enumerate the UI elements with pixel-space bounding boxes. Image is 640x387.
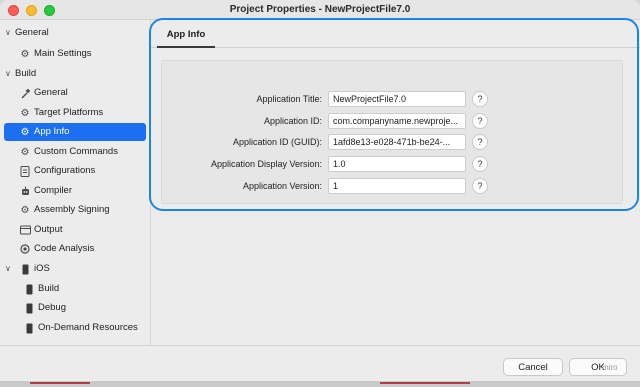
background-strip-mark <box>30 382 90 384</box>
sidebar-item-label: Compiler <box>34 185 73 196</box>
sidebar-item-label: General <box>34 87 68 98</box>
ok-button[interactable]: OK <box>569 358 627 376</box>
miro-watermark: miro <box>602 363 618 372</box>
gear-icon: ⚙ <box>20 126 30 138</box>
chevron-down-icon: ∨ <box>5 69 11 78</box>
sidebar-item-label: Configurations <box>34 165 96 176</box>
window-title: Project Properties - NewProjectFile7.0 <box>229 4 411 15</box>
sidebar-item-label: Debug <box>38 302 66 313</box>
background-strip-mark <box>380 382 470 384</box>
sidebar-item-label: Target Platforms <box>34 107 104 118</box>
phone-icon <box>23 322 35 334</box>
hammer-icon <box>19 87 31 99</box>
sidebar-item-label: iOS <box>34 263 50 274</box>
title-bar: Project Properties - NewProjectFile7.0 <box>0 0 640 20</box>
robot-icon <box>19 185 31 197</box>
sidebar-item-label: App Info <box>34 126 70 137</box>
phone-icon <box>23 302 35 314</box>
gear-icon: ⚙ <box>20 204 30 216</box>
cancel-button[interactable]: Cancel <box>503 358 563 376</box>
dialog-footer: Cancel OK <box>0 345 640 381</box>
sidebar-item-assembly-signing[interactable]: ⚙ Assembly Signing <box>0 201 150 219</box>
circle-icon <box>19 243 31 255</box>
sidebar-item-ios-build[interactable]: Build <box>0 280 150 298</box>
sidebar-item-label: Code Analysis <box>34 243 95 254</box>
sidebar-item-compiler[interactable]: Compiler <box>0 182 150 200</box>
phone-icon <box>19 263 31 275</box>
sidebar-item-general[interactable]: General <box>0 84 150 102</box>
sidebar-item-configurations[interactable]: Configurations <box>0 162 150 180</box>
folder-icon <box>19 224 31 236</box>
background-strip <box>0 381 640 387</box>
chevron-down-icon: ∨ <box>5 264 11 273</box>
document-icon <box>19 165 31 177</box>
sidebar-item-label: Custom Commands <box>34 146 118 157</box>
annotation-highlight-outline <box>149 18 639 211</box>
sidebar-item-app-info[interactable]: ⚙ App Info <box>0 123 150 141</box>
sidebar-item-ios[interactable]: ∨ iOS <box>0 260 150 278</box>
sidebar-section-build[interactable]: ∨ Build <box>0 65 150 83</box>
sidebar-section-general[interactable]: ∨ General <box>0 24 150 42</box>
gear-icon: ⚙ <box>20 48 30 60</box>
phone-icon <box>23 283 35 295</box>
sidebar-item-target-platforms[interactable]: ⚙ Target Platforms <box>0 104 150 122</box>
sidebar-item-ios-debug[interactable]: Debug <box>0 299 150 317</box>
sidebar-item-main-settings[interactable]: ⚙ Main Settings <box>0 45 150 63</box>
gear-icon: ⚙ <box>20 146 30 158</box>
sidebar-section-label: Build <box>15 68 37 79</box>
sidebar-item-label: Main Settings <box>34 48 92 59</box>
gear-icon: ⚙ <box>20 107 30 119</box>
sidebar-item-label: Build <box>38 283 60 294</box>
sidebar-item-label: Output <box>34 224 63 235</box>
sidebar: ∨ General ⚙ Main Settings ∨ Build Genera… <box>0 20 150 345</box>
sidebar-section-label: General <box>15 27 49 38</box>
sidebar-item-on-demand-resources[interactable]: On-Demand Resources <box>0 319 150 337</box>
sidebar-item-custom-commands[interactable]: ⚙ Custom Commands <box>0 143 150 161</box>
sidebar-item-code-analysis[interactable]: Code Analysis <box>0 240 150 258</box>
chevron-down-icon: ∨ <box>5 28 11 37</box>
sidebar-item-label: Assembly Signing <box>34 204 110 215</box>
sidebar-item-label: On-Demand Resources <box>38 322 138 333</box>
sidebar-item-output[interactable]: Output <box>0 221 150 239</box>
